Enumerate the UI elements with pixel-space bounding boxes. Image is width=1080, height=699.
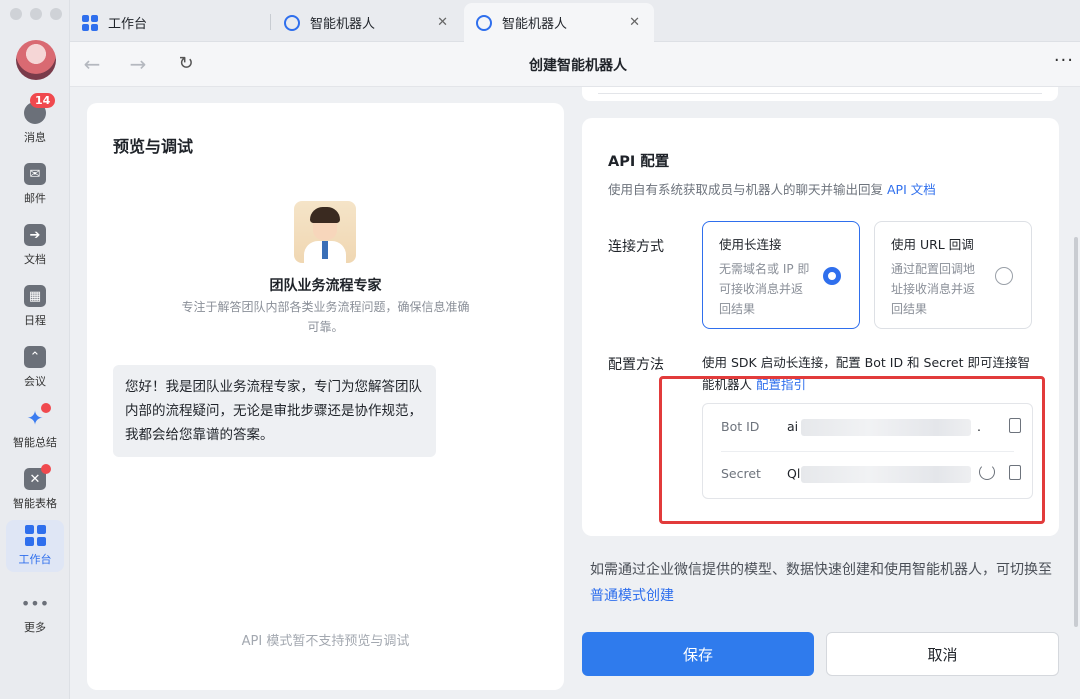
rail-label: 邮件 bbox=[24, 192, 46, 205]
bot-avatar bbox=[294, 201, 356, 263]
tab-label: 智能机器人 bbox=[310, 17, 376, 32]
section-divider bbox=[582, 87, 1058, 101]
normal-mode-link[interactable]: 普通模式创建 bbox=[590, 588, 674, 604]
bot-icon bbox=[476, 14, 492, 31]
rail-item-workbench[interactable]: 工作台 bbox=[6, 520, 64, 572]
tab-workbench[interactable]: 工作台 bbox=[70, 3, 268, 42]
more-menu-icon[interactable]: ··· bbox=[1054, 50, 1074, 71]
welcome-message-bubble: 您好！我是团队业务流程专家，专门为您解答团队内部的流程疑问，无论是审批步骤还是协… bbox=[113, 365, 436, 457]
rail-item-smart-summary[interactable]: ✦ 智能总结 bbox=[6, 403, 64, 455]
more-dots-icon: ••• bbox=[20, 593, 50, 613]
radio-unselected[interactable] bbox=[995, 267, 1013, 285]
rail-label: 工作台 bbox=[18, 553, 52, 566]
option-desc: 通过配置回调地址接收消息并返回结果 bbox=[891, 262, 976, 316]
nav-bar: ← → ↻ 创建智能机器人 ··· bbox=[70, 42, 1080, 87]
tab-separator bbox=[270, 14, 271, 30]
rail-label: 智能表格 bbox=[13, 497, 57, 510]
api-doc-link[interactable]: API 文档 bbox=[887, 182, 936, 197]
rail-label: 智能总结 bbox=[13, 436, 57, 449]
option-url-callback[interactable]: 使用 URL 回调 通过配置回调地址接收消息并返回结果 bbox=[874, 221, 1032, 329]
unread-badge: 14 bbox=[30, 93, 56, 108]
switch-mode-hint: 如需通过企业微信提供的模型、数据快速创建和使用智能机器人，可切换至 普通模式创建 bbox=[590, 557, 1060, 609]
close-dot[interactable] bbox=[10, 8, 22, 20]
subtitle-text: 使用自有系统获取成员与机器人的聊天并输出回复 bbox=[608, 182, 884, 197]
calendar-icon: ▦ bbox=[24, 285, 46, 307]
meeting-icon: ⌃ bbox=[24, 346, 46, 368]
close-icon[interactable]: ✕ bbox=[437, 15, 448, 30]
workbench-grid-icon bbox=[24, 524, 46, 546]
rail-label: 消息 bbox=[24, 131, 46, 144]
option-title: 使用长连接 bbox=[719, 237, 782, 252]
rail-label: 日程 bbox=[24, 314, 46, 327]
api-config-subtitle: 使用自有系统获取成员与机器人的聊天并输出回复 API 文档 bbox=[608, 179, 936, 198]
config-method-label: 配置方法 bbox=[608, 357, 664, 373]
radio-selected[interactable] bbox=[823, 267, 841, 285]
rail-item-more[interactable]: ••• 更多 bbox=[6, 588, 64, 640]
main-content: 预览与调试 团队业务流程专家 专注于解答团队内部各类业务流程问题，确保信息准确可… bbox=[70, 87, 1080, 699]
rail-item-smart-table[interactable]: ✕ 智能表格 bbox=[6, 464, 64, 516]
close-icon[interactable]: ✕ bbox=[629, 15, 640, 30]
mail-icon: ✉ bbox=[24, 163, 46, 185]
tab-smart-bot-2[interactable]: 智能机器人 ✕ bbox=[464, 3, 654, 42]
tab-label: 智能机器人 bbox=[502, 17, 568, 32]
user-avatar[interactable] bbox=[16, 40, 56, 80]
rail-item-meeting[interactable]: ⌃ 会议 bbox=[6, 342, 64, 394]
api-config-title: API 配置 bbox=[608, 154, 670, 170]
connect-method-label: 连接方式 bbox=[608, 239, 664, 255]
preview-panel: 预览与调试 团队业务流程专家 专注于解答团队内部各类业务流程问题，确保信息准确可… bbox=[87, 103, 564, 690]
preview-title: 预览与调试 bbox=[113, 137, 194, 156]
rail-item-calendar[interactable]: ▦ 日程 bbox=[6, 281, 64, 333]
tab-smart-bot-1[interactable]: 智能机器人 ✕ bbox=[272, 3, 462, 42]
minimize-dot[interactable] bbox=[30, 8, 42, 20]
bot-name: 团队业务流程专家 bbox=[269, 278, 382, 294]
sparkle-icon: ✦ bbox=[24, 403, 51, 430]
option-title: 使用 URL 回调 bbox=[891, 237, 974, 252]
bot-description: 专注于解答团队内部各类业务流程问题，确保信息准确可靠。 bbox=[181, 300, 470, 334]
workbench-grid-icon bbox=[82, 14, 98, 31]
highlight-annotation-box bbox=[659, 376, 1045, 524]
rail-label: 更多 bbox=[24, 621, 46, 634]
option-long-connection[interactable]: 使用长连接 无需域名或 IP 即可接收消息并返回结果 bbox=[702, 221, 860, 329]
table-icon: ✕ bbox=[24, 464, 51, 490]
doc-icon: ➔ bbox=[24, 224, 46, 246]
api-mode-note: API 模式暂不支持预览与调试 bbox=[241, 634, 410, 649]
window-controls[interactable] bbox=[10, 8, 62, 20]
rail-label: 文档 bbox=[24, 253, 46, 266]
left-rail: 消息 14 ✉ 邮件 ➔ 文档 ▦ 日程 ⌃ 会议 ✦ 智能总结 ✕ 智能表格 … bbox=[0, 0, 70, 699]
cancel-button[interactable]: 取消 bbox=[826, 632, 1059, 676]
option-desc: 无需域名或 IP 即可接收消息并返回结果 bbox=[719, 262, 810, 316]
scrollbar[interactable] bbox=[1074, 237, 1078, 627]
rail-label: 会议 bbox=[24, 375, 46, 388]
switch-text: 如需通过企业微信提供的模型、数据快速创建和使用智能机器人，可切换至 bbox=[590, 562, 1052, 578]
save-button[interactable]: 保存 bbox=[582, 632, 814, 676]
rail-item-mail[interactable]: ✉ 邮件 bbox=[6, 159, 64, 211]
maximize-dot[interactable] bbox=[50, 8, 62, 20]
bot-icon bbox=[284, 14, 300, 31]
tab-bar: 工作台 智能机器人 ✕ 智能机器人 ✕ bbox=[70, 0, 1080, 42]
rail-item-docs[interactable]: ➔ 文档 bbox=[6, 220, 64, 272]
page-title: 创建智能机器人 bbox=[529, 58, 627, 74]
tab-label: 工作台 bbox=[108, 17, 148, 32]
